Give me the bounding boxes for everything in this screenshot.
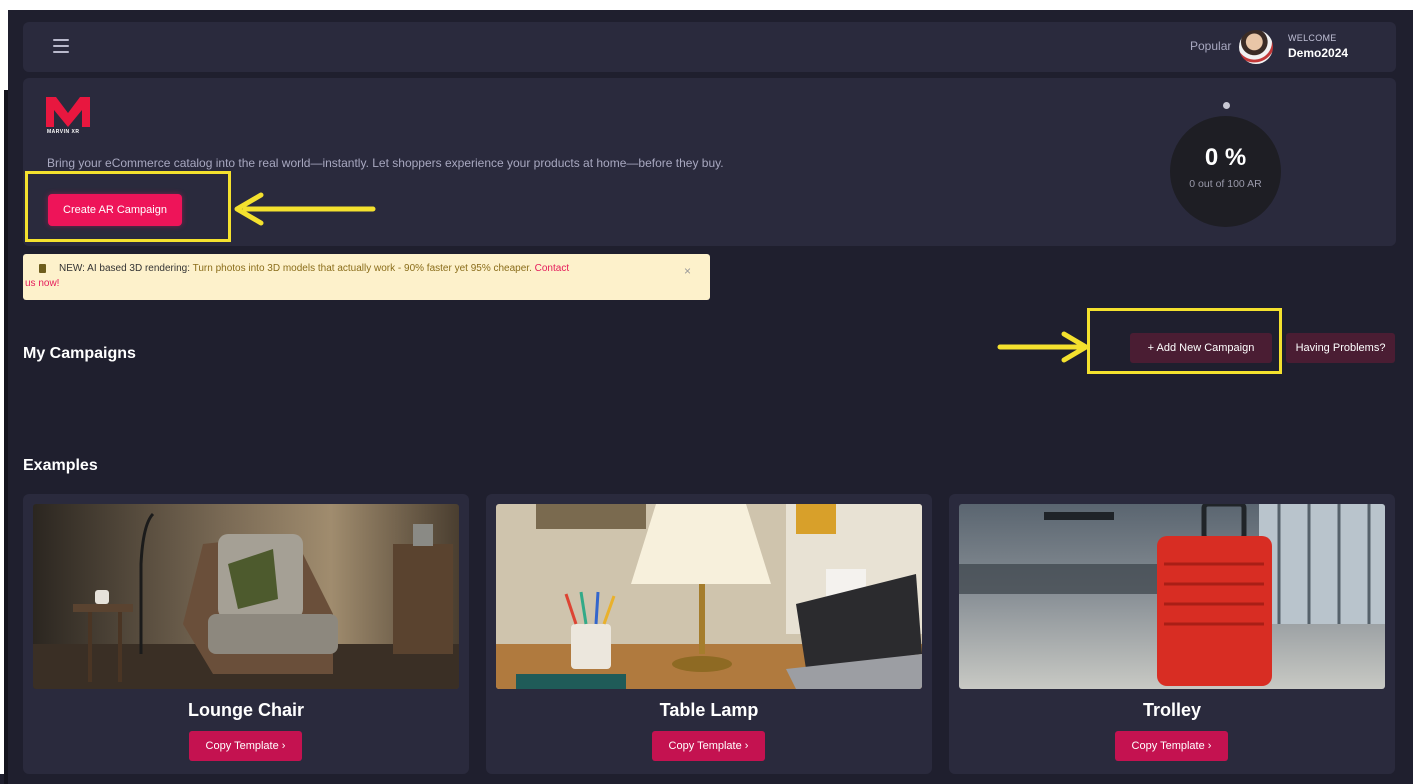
examples-heading: Examples — [23, 457, 98, 474]
arrow-right-icon — [997, 331, 1089, 363]
card-title: Trolley — [1142, 700, 1202, 720]
window-frame-top — [0, 0, 1413, 10]
highlight-box-create-campaign — [25, 171, 231, 242]
welcome-label: WELCOME — [1288, 33, 1337, 43]
trolley-image — [959, 504, 1385, 689]
notice-icon — [39, 264, 46, 273]
highlight-box-add-campaign — [1087, 308, 1282, 374]
contact-link[interactable]: Contact — [535, 263, 569, 274]
notice-prefix: NEW: AI based 3D rendering: — [59, 263, 190, 274]
top-navbar: Popular WELCOME Demo2024 — [23, 22, 1396, 72]
arrow-left-icon — [234, 192, 376, 226]
lounge-chair-image — [33, 504, 459, 689]
logo-text: MARVIN XR — [47, 129, 80, 135]
contact-link-continued[interactable]: us now! — [25, 278, 59, 289]
card-title: Table Lamp — [659, 700, 759, 720]
ar-usage-count: 0 out of 100 AR — [1189, 178, 1262, 190]
copy-template-button[interactable]: Copy Template › — [652, 731, 765, 761]
copy-template-button[interactable]: Copy Template › — [1115, 731, 1228, 761]
copy-template-button[interactable]: Copy Template › — [189, 731, 302, 761]
table-lamp-image — [496, 504, 922, 689]
example-card-table-lamp: Table Lamp Copy Template › — [486, 494, 932, 774]
marvin-xr-logo: MARVIN XR — [46, 97, 90, 137]
hero-tagline: Bring your eCommerce catalog into the re… — [47, 156, 724, 170]
hamburger-menu-icon[interactable] — [53, 39, 69, 53]
popular-link[interactable]: Popular — [1190, 39, 1231, 53]
example-card-trolley: Trolley Copy Template › — [949, 494, 1395, 774]
my-campaigns-heading: My Campaigns — [23, 345, 136, 362]
user-avatar[interactable] — [1239, 30, 1273, 64]
notice-message: Turn photos into 3D models that actually… — [192, 263, 532, 274]
example-card-lounge-chair: Lounge Chair Copy Template › — [23, 494, 469, 774]
ar-usage-gauge: 0 % 0 out of 100 AR — [1170, 116, 1281, 227]
card-title: Lounge Chair — [188, 700, 304, 720]
ai-rendering-notice: NEW: AI based 3D rendering: Turn photos … — [23, 254, 710, 300]
notice-text: NEW: AI based 3D rendering: Turn photos … — [59, 263, 569, 274]
username-label[interactable]: Demo2024 — [1288, 46, 1348, 60]
having-problems-button[interactable]: Having Problems? — [1286, 333, 1395, 363]
ar-usage-percent: 0 % — [1204, 144, 1247, 171]
progress-indicator-dot — [1223, 102, 1230, 109]
window-frame-left-inner — [4, 90, 8, 784]
window-frame-left — [0, 10, 8, 784]
logo-m-icon — [46, 97, 90, 127]
notice-close-icon[interactable]: × — [684, 264, 691, 278]
